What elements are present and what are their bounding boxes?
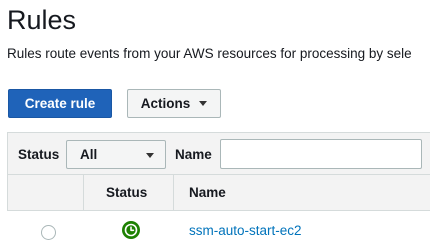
- row-select-radio[interactable]: [41, 225, 56, 240]
- table-header: Status Name: [7, 174, 430, 211]
- status-filter-value: All: [80, 147, 98, 162]
- page-description: Rules route events from your AWS resourc…: [7, 46, 412, 61]
- actions-label: Actions: [140, 96, 191, 111]
- rule-name-link[interactable]: ssm-auto-start-ec2: [189, 223, 302, 239]
- actions-dropdown-button[interactable]: Actions: [127, 89, 221, 118]
- create-rule-label: Create rule: [24, 96, 96, 111]
- caret-down-icon: [199, 101, 208, 106]
- status-filter-label: Status: [18, 147, 60, 162]
- clock-icon: [122, 221, 140, 239]
- create-rule-button[interactable]: Create rule: [8, 89, 112, 118]
- caret-down-icon: [146, 153, 154, 158]
- column-header-status[interactable]: Status: [106, 185, 147, 201]
- page-title: Rules: [7, 5, 77, 35]
- filter-bar: Status All Name: [7, 132, 430, 174]
- rules-page: Rules Rules route events from your AWS r…: [0, 0, 430, 248]
- status-filter-select[interactable]: All: [66, 140, 166, 169]
- column-header-name[interactable]: Name: [189, 185, 226, 201]
- table-row[interactable]: ssm-auto-start-ec2: [7, 211, 430, 248]
- name-filter-input[interactable]: [220, 139, 422, 169]
- column-divider: [83, 175, 84, 211]
- column-divider: [173, 175, 174, 211]
- name-filter-label: Name: [175, 147, 212, 162]
